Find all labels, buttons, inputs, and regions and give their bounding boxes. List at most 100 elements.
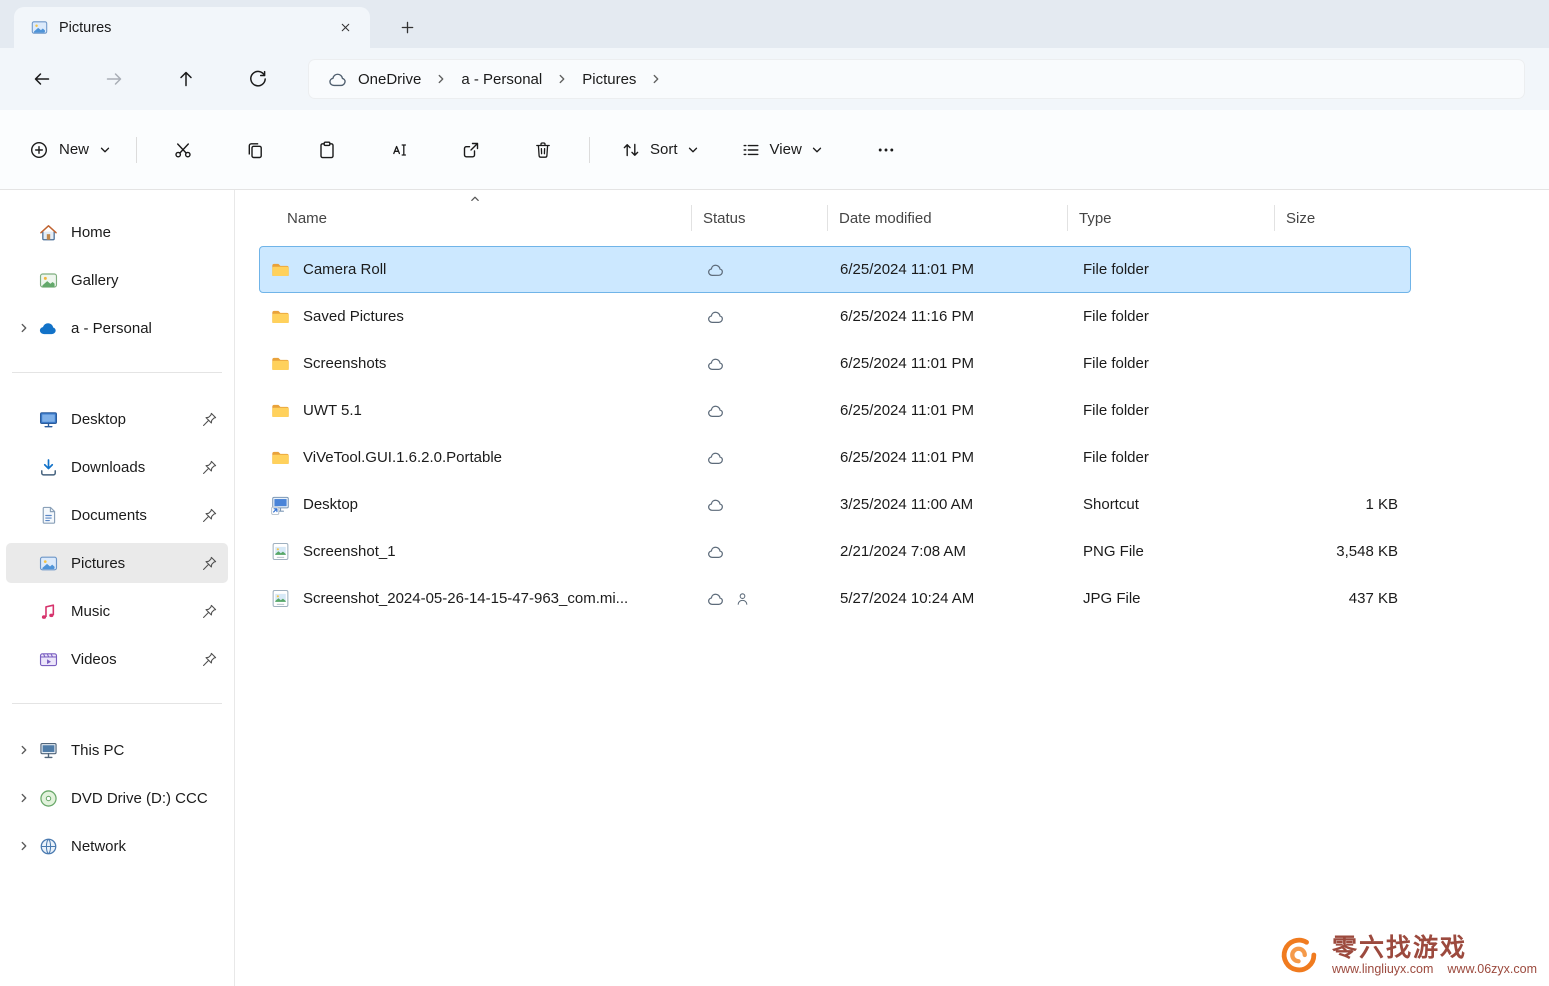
- file-area: NameStatusDate modifiedType Size Camera R…: [235, 190, 1549, 986]
- cut-button[interactable]: [163, 130, 203, 170]
- new-tab-button[interactable]: [392, 12, 422, 42]
- more-options-button[interactable]: [866, 130, 906, 170]
- column-header-type[interactable]: Type: [1067, 190, 1274, 246]
- file-name-label: Camera Roll: [303, 261, 386, 278]
- chevron-right-icon[interactable]: [18, 744, 30, 756]
- new-button[interactable]: New: [14, 130, 126, 170]
- downloads-icon: [38, 457, 59, 478]
- breadcrumb-item-pictures[interactable]: Pictures: [572, 64, 646, 95]
- sidebar-item-pictures[interactable]: Pictures: [6, 543, 228, 583]
- chevron-down-icon: [811, 144, 823, 156]
- file-size: 437 KB: [1275, 590, 1412, 607]
- sidebar-item-this-pc[interactable]: This PC: [6, 730, 228, 770]
- sidebar-item-label: Gallery: [71, 272, 224, 289]
- rename-button[interactable]: [379, 130, 419, 170]
- column-header-date-modified[interactable]: Date modified: [827, 190, 1067, 246]
- chevron-spacer: [18, 653, 30, 665]
- folder-icon: [270, 353, 291, 374]
- breadcrumb: OneDrive a - Personal Pictures: [308, 59, 1525, 99]
- file-row[interactable]: Desktop3/25/2024 11:00 AMShortcut1 KB: [259, 481, 1411, 528]
- file-type: File folder: [1068, 355, 1275, 372]
- file-name-cell: ViVeTool.GUI.1.6.2.0.Portable: [260, 447, 692, 468]
- main-area: Home Gallery a - Personal Desktop Downloads D…: [0, 190, 1549, 986]
- close-tab-button[interactable]: [332, 15, 358, 41]
- chevron-spacer: [18, 461, 30, 473]
- column-header-status[interactable]: Status: [691, 190, 827, 246]
- delete-button[interactable]: [523, 130, 563, 170]
- file-row[interactable]: Screenshot_2024-05-26-14-15-47-963_com.m…: [259, 575, 1411, 622]
- cloud-icon: [706, 497, 725, 513]
- file-type: File folder: [1068, 308, 1275, 325]
- back-button[interactable]: [22, 59, 62, 99]
- sidebar-item-documents[interactable]: Documents: [6, 495, 228, 535]
- tab-pictures[interactable]: Pictures: [14, 7, 370, 48]
- view-button[interactable]: View: [729, 130, 835, 170]
- breadcrumb-item-onedrive[interactable]: OneDrive: [317, 64, 431, 95]
- copy-button[interactable]: [235, 130, 275, 170]
- chevron-spacer: [18, 274, 30, 286]
- sidebar-item-a-personal[interactable]: a - Personal: [6, 308, 228, 348]
- pictures-icon: [38, 553, 59, 574]
- chevron-right-icon[interactable]: [556, 73, 568, 85]
- column-header-size[interactable]: Size: [1274, 190, 1411, 246]
- nav-buttons: [6, 59, 294, 99]
- folder-icon: [270, 306, 291, 327]
- sort-button[interactable]: Sort: [609, 130, 711, 170]
- cloud-outline-icon: [327, 71, 348, 88]
- column-header-label: Size: [1286, 210, 1315, 227]
- forward-button[interactable]: [94, 59, 134, 99]
- home-icon: [38, 222, 59, 243]
- sidebar-item-home[interactable]: Home: [6, 212, 228, 252]
- file-row[interactable]: Screenshots6/25/2024 11:01 PMFile folder: [259, 340, 1411, 387]
- file-name-label: Saved Pictures: [303, 308, 404, 325]
- chevron-right-icon[interactable]: [18, 322, 30, 334]
- file-status-cell: [692, 356, 828, 372]
- file-name-cell: Camera Roll: [260, 259, 692, 280]
- cloud-icon: [706, 544, 725, 560]
- file-name-label: ViVeTool.GUI.1.6.2.0.Portable: [303, 449, 502, 466]
- file-date-modified: 6/25/2024 11:16 PM: [828, 308, 1068, 325]
- cloud-icon: [706, 591, 725, 607]
- sidebar-item-videos[interactable]: Videos: [6, 639, 228, 679]
- sidebar-item-music[interactable]: Music: [6, 591, 228, 631]
- view-button-label: View: [770, 141, 802, 158]
- chevron-right-icon[interactable]: [650, 73, 662, 85]
- share-button[interactable]: [451, 130, 491, 170]
- file-name-cell: Desktop: [260, 494, 692, 515]
- chevron-right-icon[interactable]: [435, 73, 447, 85]
- file-size: 1 KB: [1275, 496, 1412, 513]
- cloud-icon: [706, 450, 725, 466]
- file-row[interactable]: Screenshot_12/21/2024 7:08 AMPNG File3,5…: [259, 528, 1411, 575]
- chevron-right-icon[interactable]: [18, 792, 30, 804]
- file-status-cell: [692, 309, 828, 325]
- column-header-name[interactable]: Name: [259, 190, 691, 246]
- sidebar-item-downloads[interactable]: Downloads: [6, 447, 228, 487]
- file-name-cell: UWT 5.1: [260, 400, 692, 421]
- chevron-right-icon[interactable]: [18, 840, 30, 852]
- this-pc-icon: [38, 740, 59, 761]
- sidebar-item-desktop[interactable]: Desktop: [6, 399, 228, 439]
- chevron-down-icon: [687, 144, 699, 156]
- paste-button[interactable]: [307, 130, 347, 170]
- file-type: Shortcut: [1068, 496, 1275, 513]
- chevron-down-icon: [99, 144, 111, 156]
- sidebar-item-dvd-drive-d-ccc[interactable]: DVD Drive (D:) CCC: [6, 778, 228, 818]
- documents-icon: [38, 505, 59, 526]
- file-name-label: Screenshots: [303, 355, 386, 372]
- file-name-cell: Saved Pictures: [260, 306, 692, 327]
- sidebar-item-label: Downloads: [71, 459, 201, 476]
- sidebar-item-gallery[interactable]: Gallery: [6, 260, 228, 300]
- pin-icon: [201, 411, 218, 428]
- refresh-button[interactable]: [238, 59, 278, 99]
- file-row[interactable]: ViVeTool.GUI.1.6.2.0.Portable6/25/2024 1…: [259, 434, 1411, 481]
- breadcrumb-item-a-personal[interactable]: a - Personal: [451, 64, 552, 95]
- sidebar-item-network[interactable]: Network: [6, 826, 228, 866]
- up-button[interactable]: [166, 59, 206, 99]
- cloud-icon: [706, 309, 725, 325]
- sidebar-item-label: This PC: [71, 742, 224, 759]
- folder-icon: [270, 400, 291, 421]
- share-icon: [461, 140, 481, 160]
- file-row[interactable]: Camera Roll6/25/2024 11:01 PMFile folder: [259, 246, 1411, 293]
- file-row[interactable]: UWT 5.16/25/2024 11:01 PMFile folder: [259, 387, 1411, 434]
- file-row[interactable]: Saved Pictures 6/25/2024 11:16 PMFile fol…: [259, 293, 1411, 340]
